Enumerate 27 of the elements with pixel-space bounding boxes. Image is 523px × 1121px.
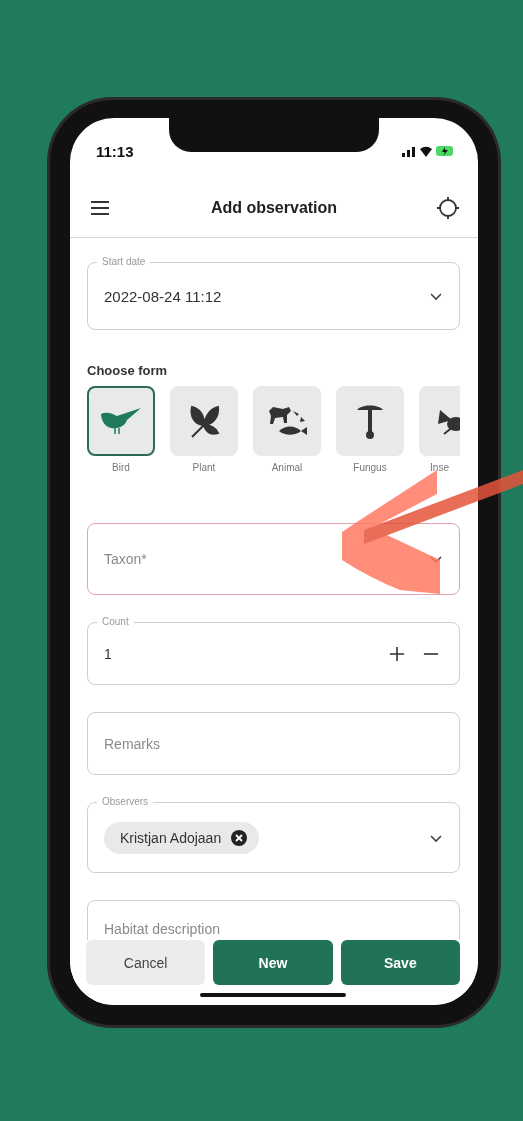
- chip-label: Kristjan Adojaan: [120, 829, 222, 846]
- field-label: Observers: [97, 796, 154, 808]
- field-label: Start date: [97, 256, 151, 268]
- form-label: Animal: [271, 462, 303, 473]
- status-time: 11:13: [96, 142, 134, 160]
- count-input[interactable]: 1: [104, 645, 375, 662]
- form-label: Inse: [430, 462, 449, 473]
- close-icon[interactable]: [231, 829, 248, 846]
- crosshair-icon[interactable]: [436, 195, 460, 220]
- screen-title: Add observation: [210, 198, 338, 217]
- action-button[interactable]: New: [213, 940, 333, 985]
- form-label: Fungus: [353, 462, 387, 473]
- field-label: Count: [97, 616, 134, 628]
- form-label: Plant: [192, 462, 216, 473]
- remarks-field[interactable]: Remarks: [87, 712, 460, 775]
- status-icons: [402, 144, 456, 158]
- taxon-input[interactable]: Taxon*: [104, 551, 171, 567]
- habitat-field[interactable]: Habitat description: [87, 900, 460, 940]
- form-tile[interactable]: [336, 386, 404, 456]
- field-value: 2022-08-24 11:12: [104, 287, 223, 305]
- action-button[interactable]: Save: [340, 940, 460, 985]
- form-tile[interactable]: [170, 386, 238, 456]
- form-label: Bird: [112, 462, 130, 473]
- section-label: Choose form: [87, 363, 169, 378]
- action-button[interactable]: Cancel: [86, 940, 206, 985]
- form-tile[interactable]: [87, 386, 155, 456]
- form-tile[interactable]: [253, 386, 321, 456]
